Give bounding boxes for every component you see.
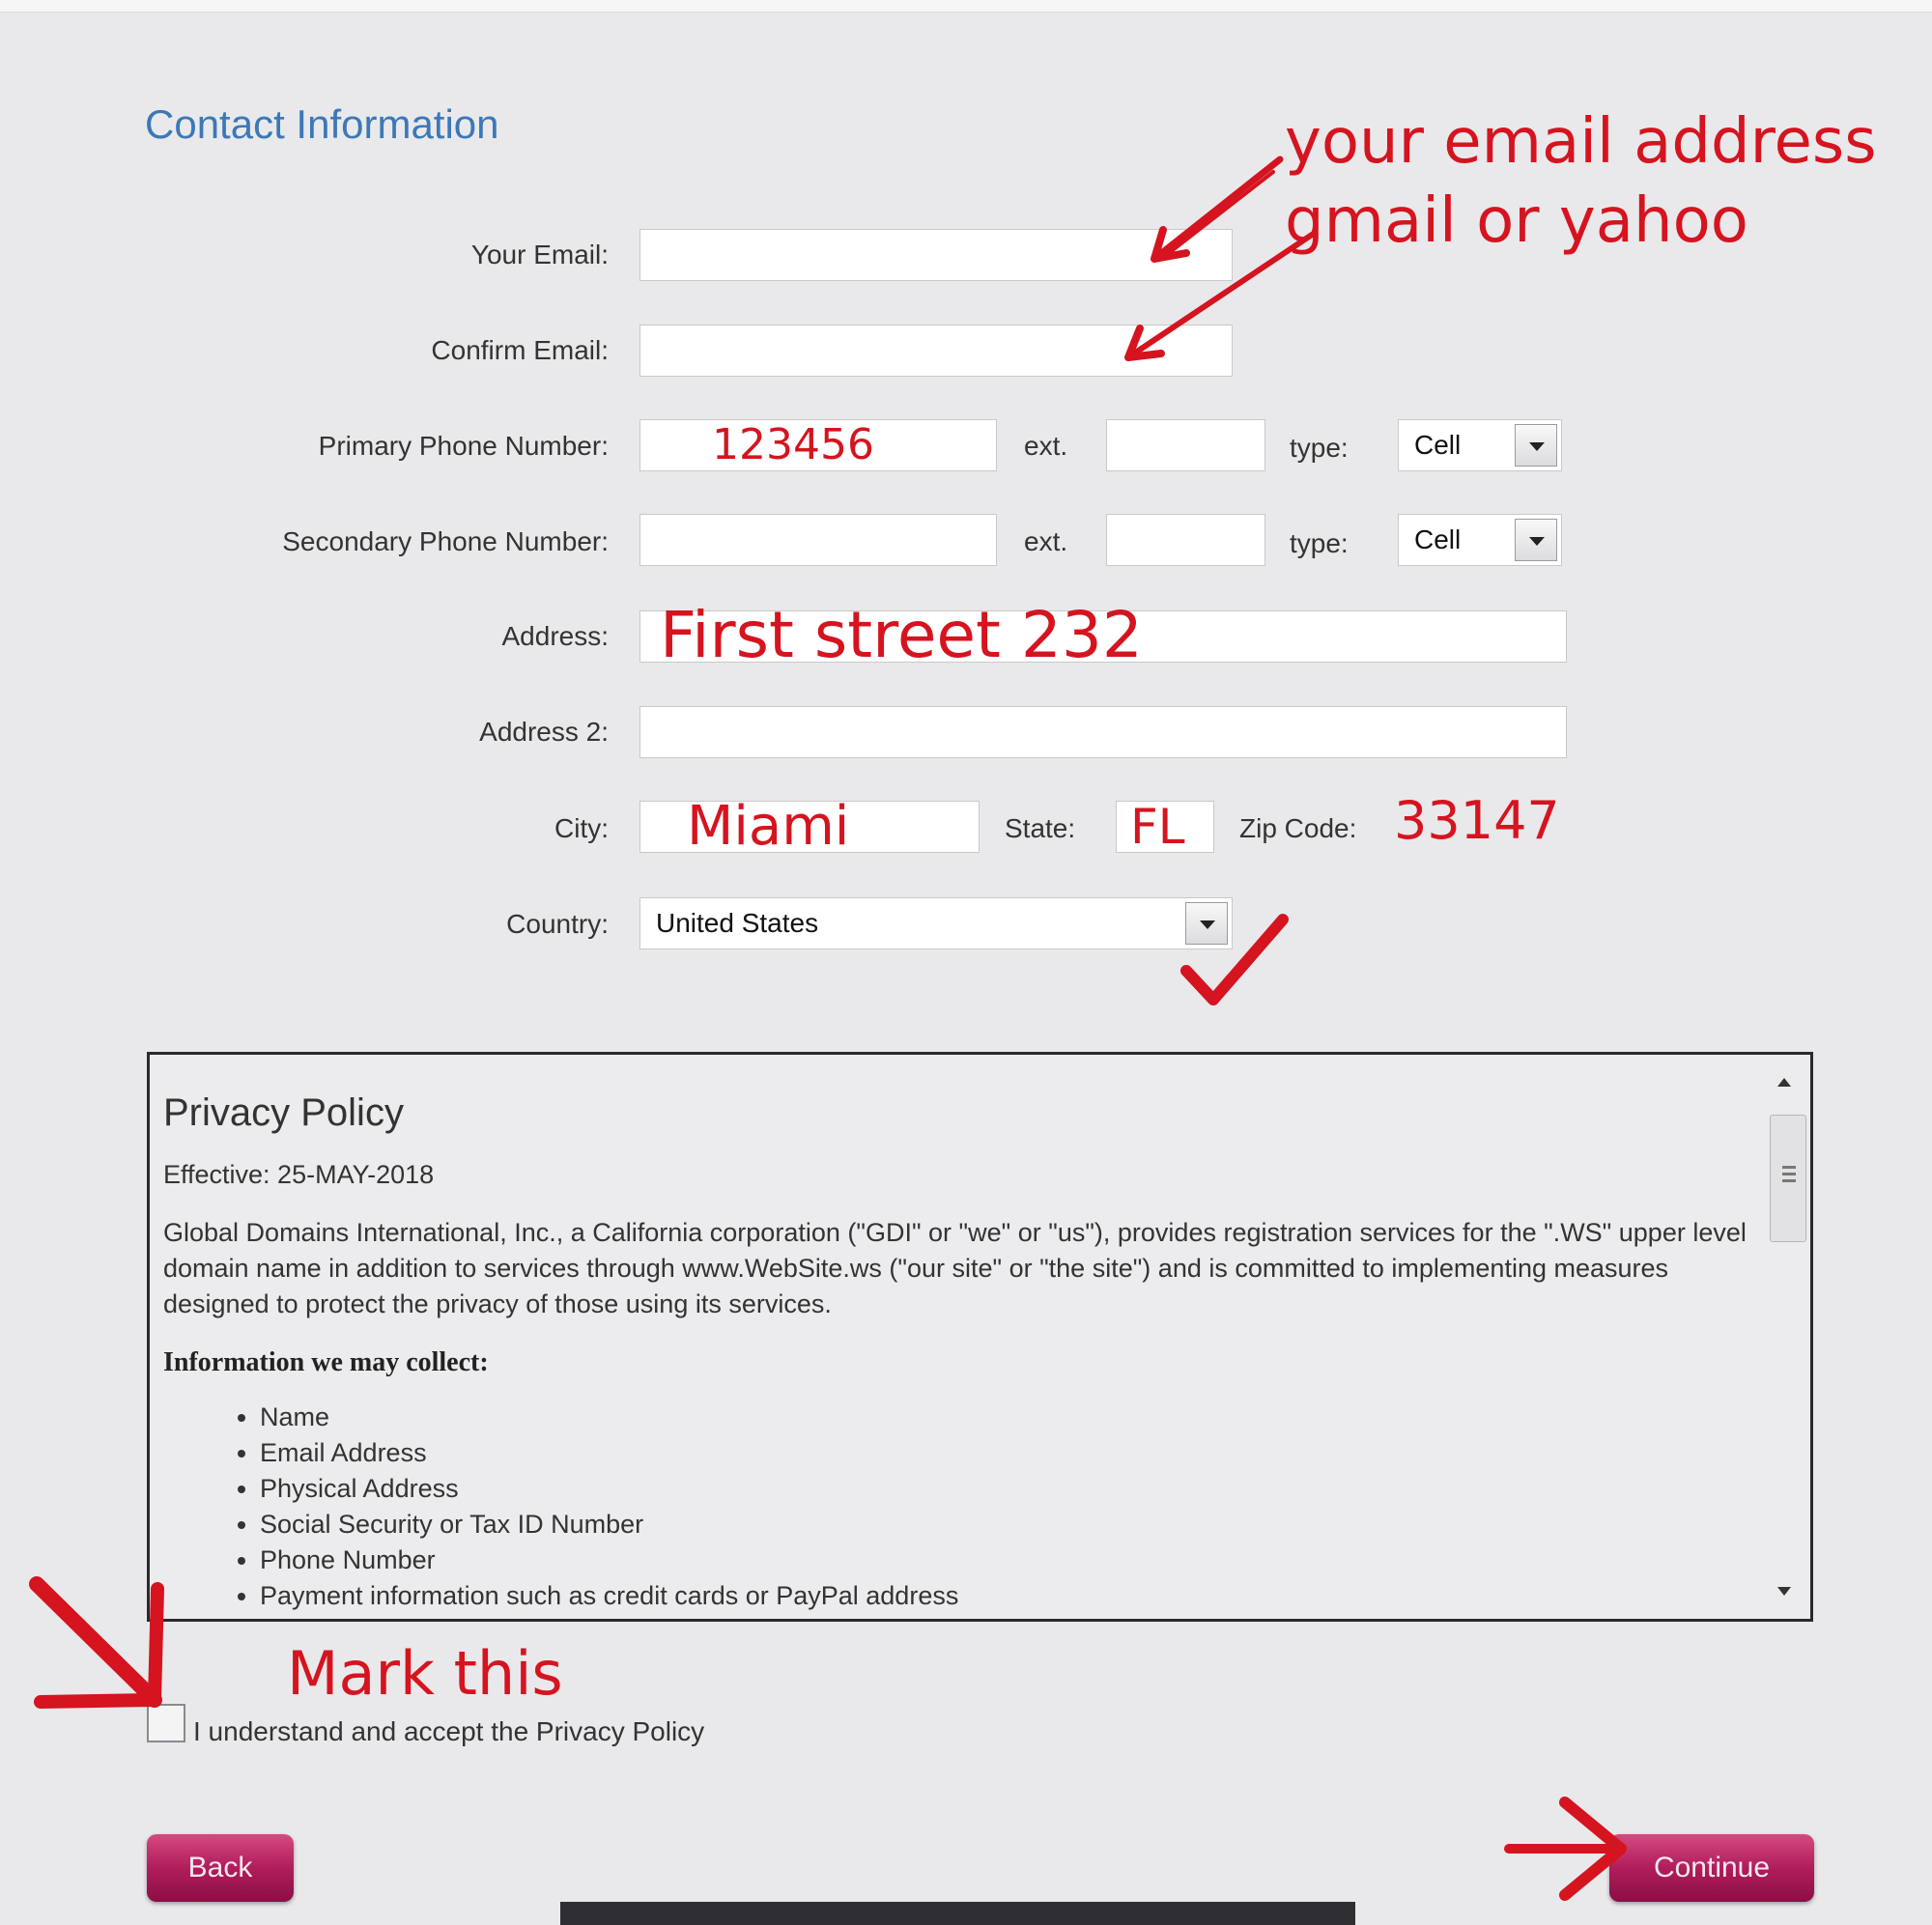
- arrow-to-continue-icon: [1504, 1797, 1627, 1901]
- checkmark-icon: [1180, 914, 1289, 1005]
- arrow-to-email-icon: [1151, 156, 1284, 263]
- arrow-to-checkbox-icon: [29, 1576, 164, 1709]
- annotation-overlay: [29, 156, 1627, 1901]
